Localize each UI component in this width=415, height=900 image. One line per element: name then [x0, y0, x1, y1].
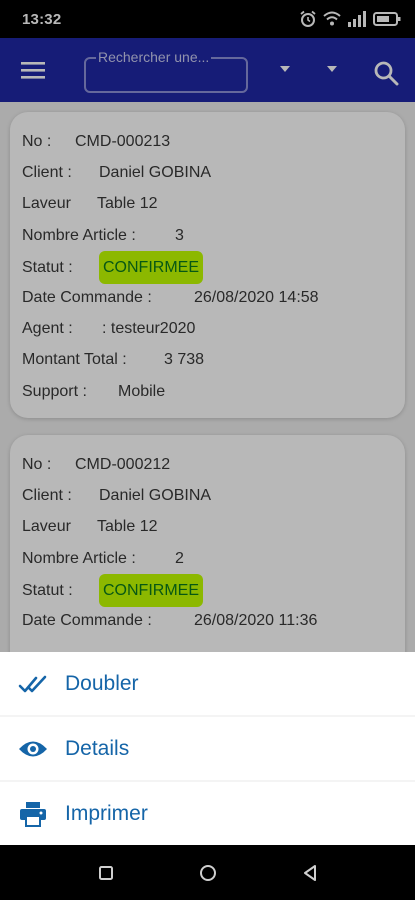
- system-nav-bar: [0, 845, 415, 900]
- double-check-icon: [18, 669, 48, 699]
- action-details-label: Details: [65, 736, 130, 760]
- action-details[interactable]: Details: [0, 717, 415, 780]
- printer-icon: [18, 799, 48, 829]
- eye-icon: [18, 734, 48, 764]
- action-imprimer-label: Imprimer: [65, 801, 148, 825]
- recents-icon[interactable]: [96, 863, 116, 883]
- action-doubler-label: Doubler: [65, 671, 139, 695]
- home-icon[interactable]: [198, 863, 218, 883]
- action-sheet: Doubler Details Imprimer: [0, 652, 415, 845]
- action-doubler[interactable]: Doubler: [0, 652, 415, 715]
- action-imprimer[interactable]: Imprimer: [0, 782, 415, 845]
- back-icon[interactable]: [300, 863, 320, 883]
